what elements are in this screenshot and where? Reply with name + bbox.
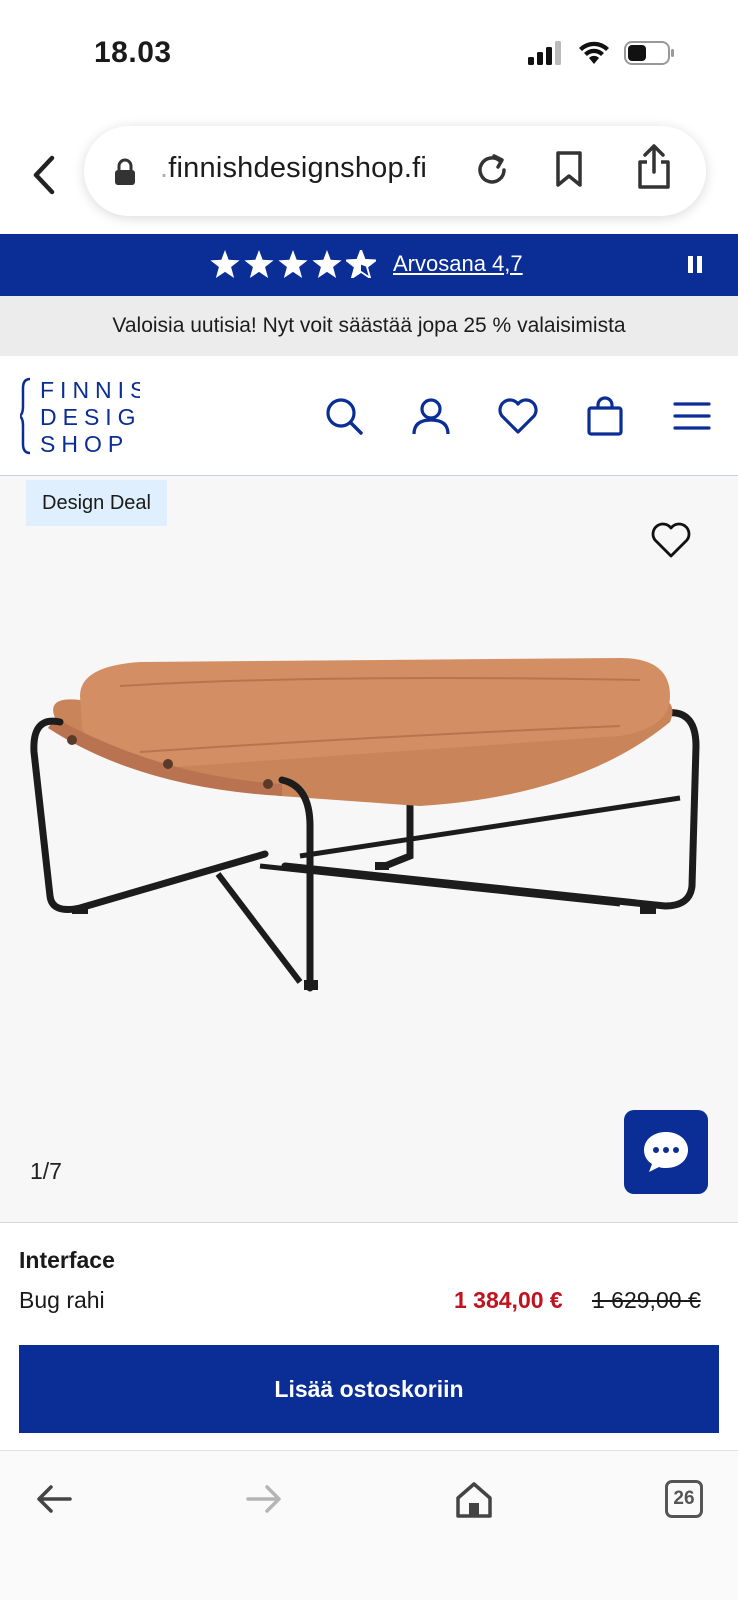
url-text[interactable]: .finnishdesignshop.fi [160,152,427,185]
original-price: 1 629,00 € [592,1287,701,1313]
half-star-icon [346,250,376,278]
url-host: finnishdesignshop.fi [168,152,427,184]
tabs-count-icon: 26 [665,1480,703,1518]
image-counter: 1/7 [30,1158,62,1184]
star-icon [210,250,240,278]
add-to-cart-button[interactable]: Lisää ostoskoriin [19,1345,719,1433]
share-icon[interactable] [636,144,672,190]
star-icon [244,250,274,278]
address-bar[interactable]: .finnishdesignshop.fi [84,126,706,216]
status-time: 18.03 [94,36,172,69]
product-image-ottoman [30,658,700,992]
browser-bottom-nav: 26 [0,1450,738,1600]
promo-strip[interactable]: Valoisia uutisia! Nyt voit säästää jopa … [0,296,738,356]
sale-price: 1 384,00 € [454,1287,563,1313]
menu-icon[interactable] [670,394,714,438]
star-icon [312,250,342,278]
wifi-icon [579,41,609,64]
bookmark-icon[interactable] [554,150,584,188]
product-info: Interface Bug rahi 1 384,00 € 1 629,00 €… [0,1222,738,1448]
rating-link[interactable]: Arvosana 4,7 [393,251,523,277]
nav-back-arrow-icon[interactable] [26,1471,82,1527]
logo-line-1: FINNISH [40,377,140,403]
nav-tabs-button[interactable]: 26 [656,1471,712,1527]
nav-forward-arrow-icon[interactable] [236,1471,292,1527]
finnish-design-shop-logo[interactable]: FINNISH DESIGN SHOP [20,376,140,456]
site-header: FINNISH DESIGN SHOP [0,356,738,476]
battery-icon [624,41,674,65]
cellular-signal-icon [528,41,561,65]
browser-bar: .finnishdesignshop.fi [0,110,738,234]
browser-back-chevron-icon[interactable] [24,150,64,200]
shopping-bag-icon[interactable] [583,394,627,438]
design-deal-badge: Design Deal [26,480,167,526]
status-bar: 18.03 [0,0,738,110]
status-icons [528,40,676,66]
pause-icon[interactable] [688,256,702,273]
account-icon[interactable] [409,394,453,438]
rating-banner: Arvosana 4,7 [0,234,738,296]
chat-bubble-icon [644,1132,688,1172]
logo-line-3: SHOP [40,431,129,456]
chat-button[interactable] [624,1110,708,1194]
product-name: Bug rahi [19,1287,105,1313]
wishlist-heart-icon[interactable] [496,394,540,438]
star-icon [278,250,308,278]
product-brand[interactable]: Interface [19,1247,115,1274]
promo-text: Valoisia uutisia! Nyt voit säästää jopa … [112,314,626,337]
rating-stars [210,250,376,278]
logo-line-2: DESIGN [40,404,140,430]
product-gallery[interactable]: Design Deal 1/7 [0,476,738,1222]
reload-icon[interactable] [474,152,510,188]
lock-icon [115,158,135,185]
nav-home-icon[interactable] [446,1471,502,1527]
add-to-wishlist-heart-icon[interactable] [650,521,692,559]
search-icon[interactable] [322,394,366,438]
